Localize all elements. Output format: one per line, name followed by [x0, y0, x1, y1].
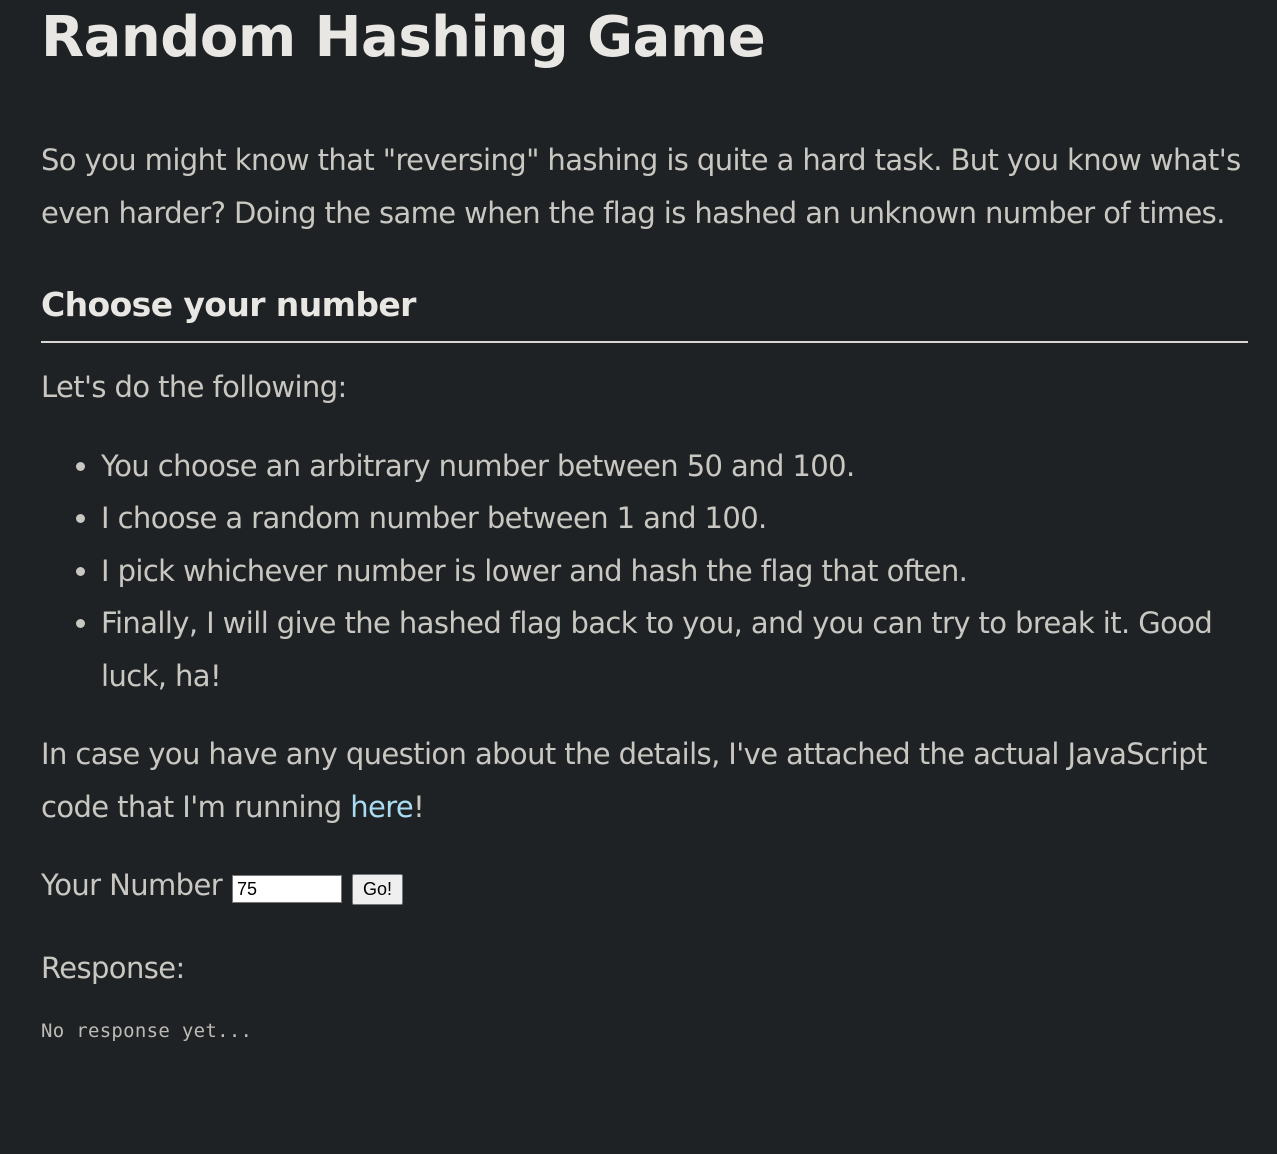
- intro-paragraph: So you might know that "reversing" hashi…: [41, 143, 1241, 230]
- go-button[interactable]: Go!: [352, 873, 404, 905]
- lead-text: Let's do the following:: [41, 370, 347, 404]
- source-code-link[interactable]: here: [350, 790, 414, 824]
- number-form: Your Number Go!: [41, 859, 1248, 912]
- note-suffix: !: [413, 789, 425, 824]
- list-item: Finally, I will give the hashed flag bac…: [101, 597, 1248, 702]
- page-title: Random Hashing Game: [41, 5, 766, 70]
- section-heading: Choose your number: [41, 283, 1248, 343]
- steps-list: You choose an arbitrary number between 5…: [41, 440, 1248, 703]
- list-item: I choose a random number between 1 and 1…: [101, 492, 1248, 545]
- response-label: Response:: [41, 950, 185, 985]
- number-input[interactable]: [232, 875, 343, 904]
- source-note: In case you have any question about the …: [41, 728, 1248, 833]
- page-content: Random Hashing Game So you might know th…: [41, 0, 1248, 1044]
- response-output: No response yet...: [41, 1020, 253, 1042]
- list-item: You choose an arbitrary number between 5…: [101, 440, 1248, 493]
- note-text: In case you have any question about the …: [41, 737, 1207, 824]
- list-item: I pick whichever number is lower and has…: [101, 545, 1248, 598]
- number-label: Your Number: [41, 868, 223, 902]
